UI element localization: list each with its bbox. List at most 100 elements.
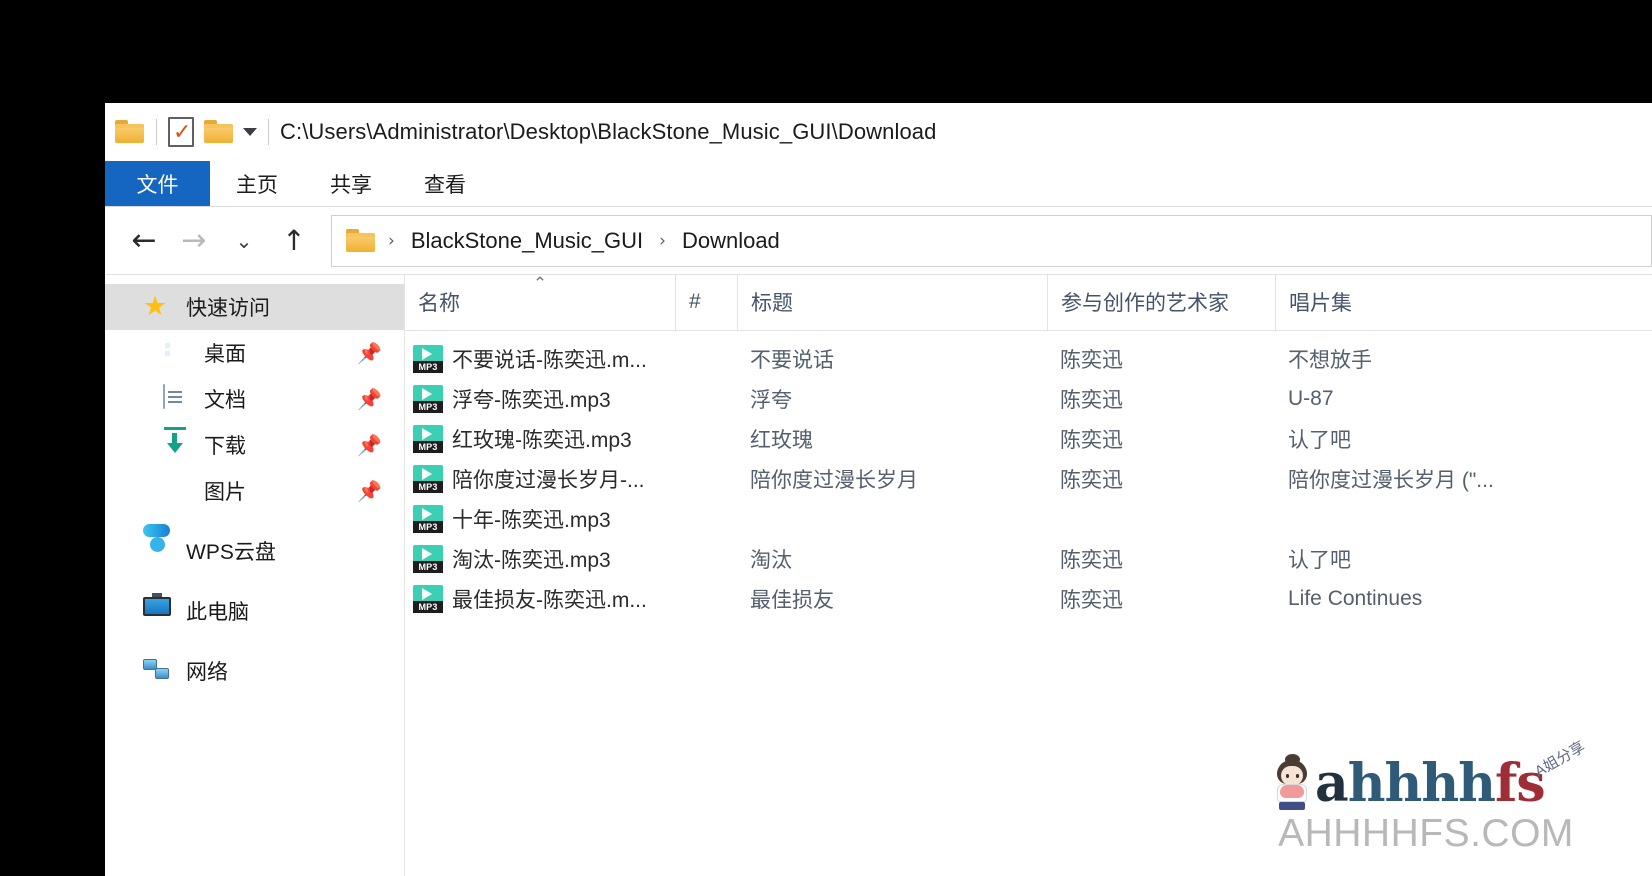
up-button[interactable]: ↑ [269, 216, 319, 266]
breadcrumb-separator-2: › [659, 230, 666, 251]
title-cell: 陪你度过漫长岁月 [737, 459, 1047, 499]
file-name-cell[interactable]: MP3 最佳损友-陈奕迅.m... [405, 579, 675, 619]
album-cell-label: 不想放手 [1288, 349, 1372, 372]
forward-button[interactable]: → [169, 216, 219, 266]
table-row[interactable]: MP3 最佳损友-陈奕迅.m... 最佳损友 陈奕迅 Life Continues [405, 579, 1652, 619]
documents-icon [161, 384, 191, 413]
table-row[interactable]: MP3 淘汰-陈奕迅.mp3 淘汰 陈奕迅 认了吧 [405, 539, 1652, 579]
column-header-row: ⌃ 名称 # 标题 参与创作的艺术家 唱片集 [405, 274, 1652, 331]
sidebar-item-network[interactable]: 网络 [105, 648, 404, 694]
file-list-pane: ⌃ 名称 # 标题 参与创作的艺术家 唱片集 MP3 不要说话-陈奕迅.m...… [405, 274, 1652, 876]
explorer-body: ★ 快速访问 桌面 📌 文档 📌 下载 📌 图片 📌 WPS云盘 此电脑 网络 … [105, 274, 1652, 876]
title-cell-label: 红玫瑰 [750, 429, 813, 452]
sidebar-item-label: 桌面 [204, 343, 246, 366]
file-name-cell[interactable]: MP3 红玫瑰-陈奕迅.mp3 [405, 419, 675, 459]
sidebar-item-label: 图片 [204, 481, 246, 504]
file-name-cell[interactable]: MP3 淘汰-陈奕迅.mp3 [405, 539, 675, 579]
album-cell: 认了吧 [1275, 539, 1535, 579]
album-cell: U-87 [1275, 379, 1535, 419]
artist-cell: 陈奕迅 [1047, 379, 1275, 419]
column-header-name[interactable]: ⌃ 名称 [405, 274, 675, 330]
watermark-part-f: f [1494, 753, 1517, 814]
mp3-badge-label: MP3 [418, 442, 438, 452]
star-icon: ★ [143, 291, 168, 322]
mp3-badge-label: MP3 [418, 602, 438, 612]
artist-cell-label: 陈奕迅 [1060, 349, 1123, 372]
pin-icon[interactable]: 📌 [357, 433, 382, 457]
file-name-label: 浮夸-陈奕迅.mp3 [452, 389, 611, 412]
title-cell-label: 陪你度过漫长岁月 [750, 469, 918, 492]
mp3-badge-label: MP3 [418, 482, 438, 492]
breadcrumb-item-project[interactable]: BlackStone_Music_GUI [407, 228, 647, 254]
sidebar-item-this-pc[interactable]: 此电脑 [105, 588, 404, 634]
column-header-contributing-artists[interactable]: 参与创作的艺术家 [1047, 274, 1275, 330]
watermark-part-s: s [1516, 753, 1545, 814]
ribbon-tab-strip: 文件 主页 共享 查看 [105, 161, 1652, 207]
column-header-track-number[interactable]: # [675, 274, 737, 330]
mp3-file-icon: MP3 [413, 385, 443, 413]
table-row[interactable]: MP3 陪你度过漫长岁月-... 陪你度过漫长岁月 陈奕迅 陪你度过漫长岁月 ("... [405, 459, 1652, 499]
back-button[interactable]: ← [119, 216, 169, 266]
mp3-file-icon: MP3 [413, 425, 443, 453]
album-cell: 陪你度过漫长岁月 ("... [1275, 459, 1535, 499]
title-cell: 最佳损友 [737, 579, 1047, 619]
tab-view[interactable]: 查看 [398, 161, 492, 206]
folder-icon[interactable] [115, 120, 145, 144]
title-cell-label: 浮夸 [750, 389, 792, 412]
table-row[interactable]: MP3 浮夸-陈奕迅.mp3 浮夸 陈奕迅 U-87 [405, 379, 1652, 419]
mp3-file-icon: MP3 [413, 585, 443, 613]
sidebar-item-wps-cloud[interactable]: WPS云盘 [105, 528, 404, 574]
pin-icon[interactable]: 📌 [357, 341, 382, 365]
chevron-down-icon[interactable] [243, 128, 257, 136]
sidebar-item-label: 文档 [204, 389, 246, 412]
watermark-part-a: a [1315, 753, 1349, 814]
file-name-label: 最佳损友-陈奕迅.m... [452, 589, 647, 612]
new-folder-icon[interactable] [204, 120, 234, 144]
column-header-label: # [689, 290, 701, 313]
table-row[interactable]: MP3 十年-陈奕迅.mp3 [405, 499, 1652, 539]
track-number-cell [675, 339, 737, 379]
table-row[interactable]: MP3 不要说话-陈奕迅.m... 不要说话 陈奕迅 不想放手 [405, 339, 1652, 379]
file-name-cell[interactable]: MP3 陪你度过漫长岁月-... [405, 459, 675, 499]
file-name-label: 淘汰-陈奕迅.mp3 [452, 549, 611, 572]
tab-home[interactable]: 主页 [210, 161, 304, 206]
sidebar-item-documents[interactable]: 文档 📌 [105, 376, 404, 422]
sidebar-item-label: WPS云盘 [186, 541, 276, 564]
artist-cell: 陈奕迅 [1047, 579, 1275, 619]
desktop-icon [161, 339, 191, 367]
address-bar[interactable]: › BlackStone_Music_GUI › Download [331, 214, 1652, 267]
pin-icon[interactable]: 📌 [357, 387, 382, 411]
album-cell-label: U-87 [1288, 387, 1334, 410]
artist-cell: 陈奕迅 [1047, 419, 1275, 459]
sidebar-item-pictures[interactable]: 图片 📌 [105, 468, 404, 514]
watermark-logo: ahhhhfs A姐分享 [1271, 738, 1588, 810]
file-name-label: 十年-陈奕迅.mp3 [452, 509, 611, 532]
pin-icon[interactable]: 📌 [357, 479, 382, 503]
sidebar-item-downloads[interactable]: 下载 📌 [105, 422, 404, 468]
file-explorer-window: ✓ C:\Users\Administrator\Desktop\BlackSt… [105, 103, 1652, 876]
artist-cell [1047, 499, 1275, 539]
properties-checkbox-icon[interactable]: ✓ [168, 117, 194, 147]
column-header-title[interactable]: 标题 [737, 274, 1047, 330]
file-name-cell[interactable]: MP3 浮夸-陈奕迅.mp3 [405, 379, 675, 419]
column-header-album[interactable]: 唱片集 [1275, 274, 1535, 330]
title-cell [737, 499, 1047, 539]
sidebar-item-quick-access[interactable]: ★ 快速访问 [105, 284, 404, 330]
artist-cell-label: 陈奕迅 [1060, 429, 1123, 452]
table-row[interactable]: MP3 红玫瑰-陈奕迅.mp3 红玫瑰 陈奕迅 认了吧 [405, 419, 1652, 459]
title-cell-label: 不要说话 [750, 349, 834, 372]
recent-locations-button[interactable]: ⌄ [219, 216, 269, 266]
file-name-cell[interactable]: MP3 十年-陈奕迅.mp3 [405, 499, 675, 539]
tab-file[interactable]: 文件 [105, 161, 210, 206]
sidebar-item-label: 网络 [186, 661, 228, 684]
download-icon [161, 427, 191, 459]
file-name-cell[interactable]: MP3 不要说话-陈奕迅.m... [405, 339, 675, 379]
breadcrumb-item-download[interactable]: Download [678, 228, 784, 254]
title-cell-label: 淘汰 [750, 549, 792, 572]
mp3-badge-label: MP3 [418, 362, 438, 372]
tab-share[interactable]: 共享 [304, 161, 398, 206]
track-number-cell [675, 459, 737, 499]
sidebar-item-desktop[interactable]: 桌面 📌 [105, 330, 404, 376]
album-cell [1275, 499, 1535, 539]
file-rows: MP3 不要说话-陈奕迅.m... 不要说话 陈奕迅 不想放手 MP3 浮夸-陈奕迅.mp3… [405, 331, 1652, 619]
